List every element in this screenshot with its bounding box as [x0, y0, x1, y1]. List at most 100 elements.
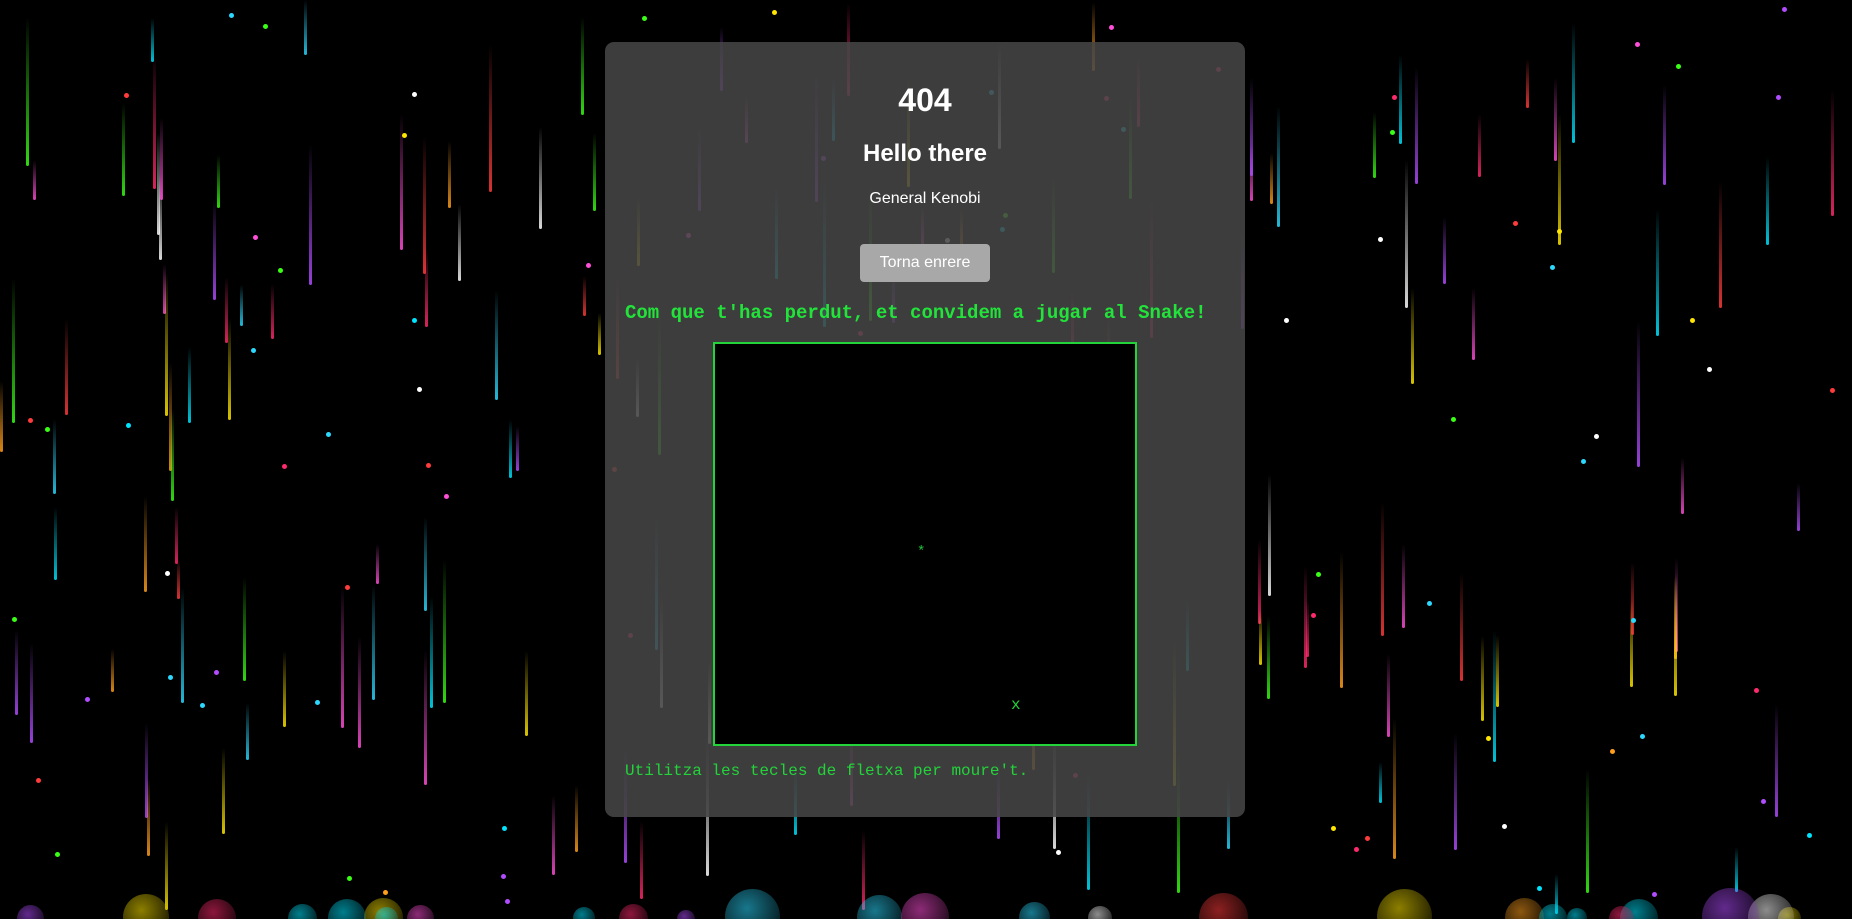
light-streak — [160, 118, 163, 200]
light-dot — [1690, 318, 1695, 323]
light-dot — [1807, 833, 1812, 838]
light-dot — [1594, 434, 1599, 439]
light-streak — [598, 313, 601, 355]
light-dot — [1640, 734, 1645, 739]
light-dot — [263, 24, 268, 29]
snake-invite-text: Com que t'has perdut, et convidem a juga… — [625, 302, 1207, 324]
light-dot — [1676, 64, 1681, 69]
light-streak — [222, 748, 225, 834]
glow-bubble — [1377, 889, 1432, 919]
light-streak — [1586, 769, 1589, 893]
light-dot — [345, 585, 350, 590]
light-dot — [1109, 25, 1114, 30]
light-streak — [341, 586, 344, 728]
light-streak — [1393, 718, 1396, 859]
light-dot — [126, 423, 131, 428]
light-streak — [171, 409, 174, 501]
light-dot — [1707, 367, 1712, 372]
light-streak — [1481, 636, 1484, 721]
light-streak — [1443, 217, 1446, 284]
light-dot — [1284, 318, 1289, 323]
light-streak — [1250, 78, 1253, 176]
light-dot — [383, 890, 388, 895]
glow-bubble — [1539, 904, 1567, 919]
light-streak — [1637, 321, 1640, 467]
glow-bubble — [573, 907, 595, 919]
light-streak — [181, 587, 184, 703]
light-streak — [111, 649, 114, 692]
light-dot — [1776, 95, 1781, 100]
snake-food: x — [1011, 696, 1021, 714]
light-streak — [1493, 630, 1496, 762]
light-streak — [1402, 544, 1405, 628]
light-dot — [1486, 736, 1491, 741]
light-streak — [1340, 552, 1343, 688]
light-streak — [33, 160, 36, 200]
light-dot — [772, 10, 777, 15]
light-streak — [144, 496, 147, 592]
light-dot — [1056, 850, 1061, 855]
light-streak — [1387, 654, 1390, 737]
light-dot — [1365, 836, 1370, 841]
light-streak — [575, 785, 578, 852]
glow-bubble — [123, 894, 169, 919]
light-dot — [1427, 601, 1432, 606]
light-streak — [539, 127, 542, 229]
light-dot — [1354, 847, 1359, 852]
light-dot — [45, 427, 50, 432]
light-streak — [1554, 78, 1557, 161]
light-streak — [1572, 23, 1575, 143]
light-streak — [1411, 288, 1414, 384]
light-dot — [278, 268, 283, 273]
light-streak — [1663, 85, 1666, 185]
glow-bubble — [901, 893, 949, 919]
light-dot — [642, 16, 647, 21]
light-streak — [304, 0, 307, 55]
glow-bubble — [17, 905, 44, 919]
glow-bubble — [619, 904, 648, 919]
light-dot — [326, 432, 331, 437]
light-streak — [552, 795, 555, 875]
light-streak — [65, 319, 68, 415]
light-streak — [271, 284, 274, 339]
light-dot — [1761, 799, 1766, 804]
glow-bubble — [1199, 893, 1248, 919]
light-dot — [1513, 221, 1518, 226]
back-button[interactable]: Torna enrere — [860, 244, 990, 282]
light-streak — [243, 577, 246, 681]
snake-game-board[interactable]: * x — [713, 342, 1137, 746]
light-dot — [55, 852, 60, 857]
light-dot — [1754, 688, 1759, 693]
light-streak — [489, 44, 492, 192]
light-streak — [1735, 847, 1738, 892]
light-dot — [502, 826, 507, 831]
glow-bubble — [677, 910, 695, 919]
light-dot — [402, 133, 407, 138]
glow-bubble — [1702, 888, 1759, 919]
light-streak — [583, 276, 586, 316]
light-dot — [251, 348, 256, 353]
snake-head: * — [917, 544, 926, 560]
light-dot — [1830, 388, 1835, 393]
light-dot — [229, 13, 234, 18]
glow-bubble — [725, 889, 780, 919]
light-streak — [213, 199, 216, 300]
glow-bubble — [288, 904, 317, 919]
light-dot — [85, 697, 90, 702]
light-dot — [28, 418, 33, 423]
light-dot — [315, 700, 320, 705]
light-streak — [0, 381, 3, 452]
light-dot — [1550, 265, 1555, 270]
glow-bubble — [1019, 902, 1050, 919]
light-dot — [417, 387, 422, 392]
light-streak — [54, 507, 57, 580]
light-streak — [443, 559, 446, 703]
light-dot — [1652, 892, 1657, 897]
light-streak — [147, 778, 150, 856]
light-dot — [1631, 618, 1636, 623]
light-streak — [15, 630, 18, 715]
light-streak — [26, 17, 29, 166]
light-dot — [1390, 130, 1395, 135]
light-streak — [1775, 704, 1778, 817]
light-streak — [1797, 483, 1800, 531]
